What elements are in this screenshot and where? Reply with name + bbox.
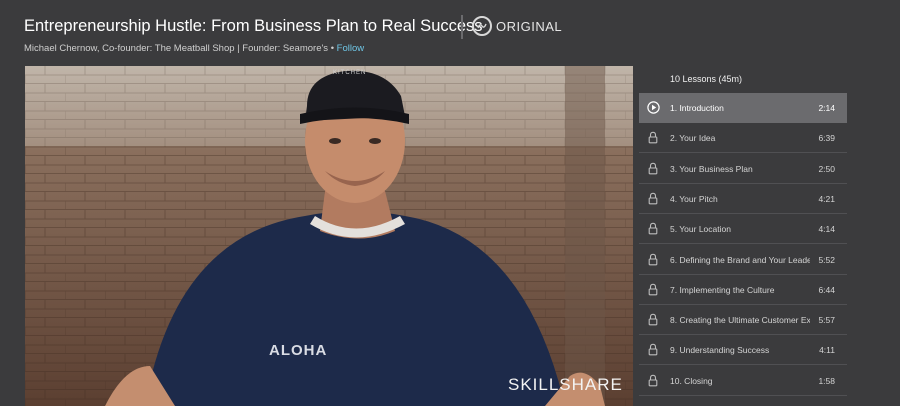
lesson-item[interactable]: 9. Understanding Success 4:11: [639, 335, 847, 366]
lesson-item[interactable]: 8. Creating the Ultimate Customer Expe..…: [639, 305, 847, 336]
lesson-duration: 4:11: [819, 345, 835, 356]
lesson-duration: 2:50: [818, 163, 835, 174]
lesson-duration: 5:52: [818, 254, 835, 265]
lock-icon: [647, 131, 659, 144]
bullet-separator: •: [330, 43, 335, 54]
lesson-title: 2. Your Idea: [670, 133, 716, 144]
skillshare-watermark: SKILLSHARE: [508, 375, 623, 394]
follow-link[interactable]: Follow: [337, 43, 364, 54]
lesson-title: 9. Understanding Success: [670, 345, 770, 356]
lesson-item[interactable]: 7. Implementing the Culture 6:44: [639, 275, 847, 305]
lesson-duration: 1:58: [818, 375, 835, 386]
video-player[interactable]: ALOHA KITCHEN SKILLSHARE: [25, 66, 633, 406]
lesson-item[interactable]: 1. Introduction 2:14: [639, 93, 847, 123]
lesson-item[interactable]: 3. Your Business Plan 2:50: [639, 154, 847, 184]
lesson-item[interactable]: 6. Defining the Brand and Your Leaders..…: [639, 245, 847, 275]
title-divider: [461, 15, 463, 39]
course-header: Entrepreneurship Hustle: From Business P…: [0, 0, 900, 64]
skillshare-original-icon: [472, 16, 492, 36]
teacher-line: Michael Chernow, Co-founder: The Meatbal…: [24, 43, 364, 54]
lesson-title: 8. Creating the Ultimate Customer Expe..…: [670, 315, 810, 326]
lesson-title: 5. Your Location: [670, 224, 731, 235]
course-title: Entrepreneurship Hustle: From Business P…: [24, 17, 483, 35]
lesson-duration: 6:44: [818, 284, 835, 295]
lesson-duration: 6:39: [818, 133, 835, 144]
lesson-duration: 5:57: [818, 315, 835, 326]
lesson-item[interactable]: 2. Your Idea 6:39: [639, 123, 847, 154]
lock-icon: [647, 162, 659, 175]
shirt-text: ALOHA: [269, 342, 328, 359]
play-icon: [647, 101, 660, 114]
lock-icon: [647, 192, 659, 205]
lesson-title: 3. Your Business Plan: [670, 163, 753, 174]
lock-icon: [647, 253, 659, 266]
lessons-count: 10 Lessons (45m): [670, 74, 743, 84]
lesson-title: 1. Introduction: [670, 103, 724, 113]
lesson-sidebar: 10 Lessons (45m) 1. Introduction 2:14 2. Y…: [638, 66, 900, 406]
lesson-item[interactable]: 4. Your Pitch 4:21: [639, 184, 847, 214]
lesson-duration: 4:21: [818, 193, 835, 204]
lock-icon: [647, 313, 659, 326]
teacher-name[interactable]: Michael Chernow, Co-founder: The Meatbal…: [24, 43, 328, 54]
lesson-item[interactable]: 10. Closing 1:58: [639, 366, 847, 396]
lock-icon: [647, 222, 659, 235]
hat-text: KITCHEN: [333, 70, 367, 76]
lesson-title: 10. Closing: [670, 375, 713, 386]
lesson-title: 6. Defining the Brand and Your Leaders..…: [670, 254, 810, 265]
lock-icon: [647, 343, 659, 356]
lesson-duration: 2:14: [818, 103, 835, 113]
lock-icon: [647, 283, 659, 296]
original-badge: ORIGINAL: [496, 19, 563, 34]
lesson-title: 7. Implementing the Culture: [670, 284, 775, 295]
lock-icon: [647, 374, 659, 387]
lesson-title: 4. Your Pitch: [670, 193, 718, 204]
video-frame: [25, 66, 633, 406]
lesson-duration: 4:14: [818, 224, 835, 235]
lesson-item[interactable]: 5. Your Location 4:14: [639, 214, 847, 245]
